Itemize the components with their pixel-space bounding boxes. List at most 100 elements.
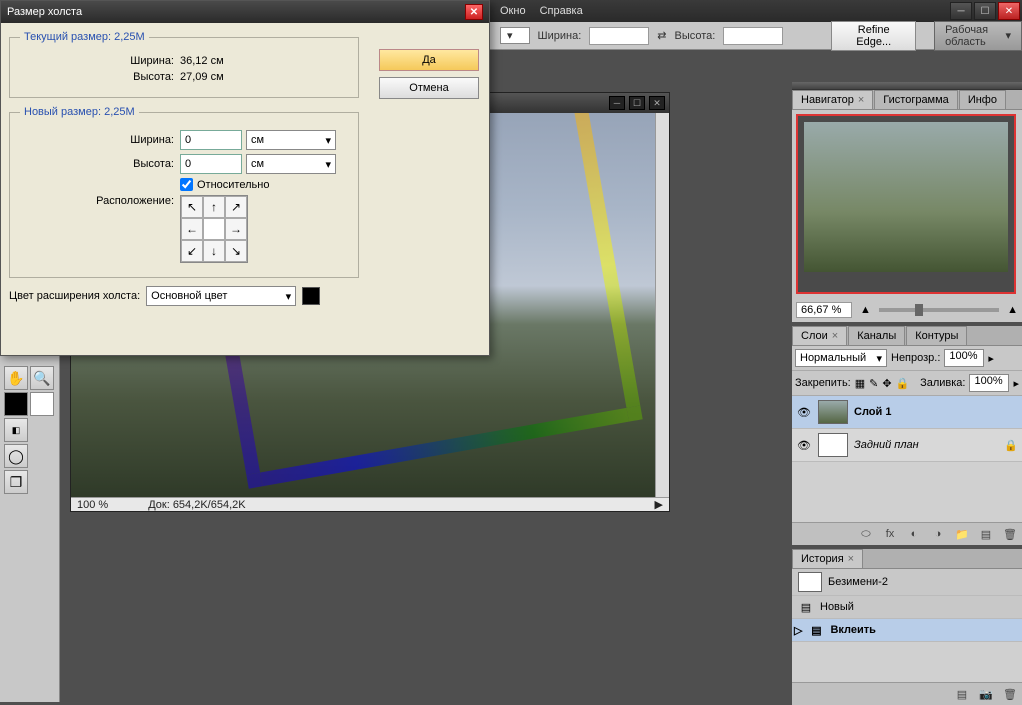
menu-window[interactable]: Окно — [500, 5, 526, 17]
zoom-readout[interactable]: 100 % — [77, 499, 108, 511]
doc-minimize-button[interactable]: ─ — [609, 96, 625, 110]
navigator-preview[interactable] — [796, 114, 1016, 294]
close-icon[interactable]: × — [848, 553, 854, 565]
new-height-input[interactable] — [180, 154, 242, 174]
anchor-w[interactable]: ← — [181, 218, 203, 240]
opacity-input[interactable]: 100% — [944, 349, 984, 367]
zoom-in-icon[interactable]: ▲ — [1007, 304, 1018, 316]
options-select[interactable]: ▾ — [500, 27, 530, 44]
current-width-value: 36,12 см — [180, 55, 224, 67]
adjustment-icon[interactable]: ◑ — [929, 526, 947, 542]
zoom-out-icon[interactable]: ▲ — [860, 304, 871, 316]
history-step[interactable]: ▤ Новый — [792, 596, 1022, 619]
doc-close-button[interactable]: ✕ — [649, 96, 665, 110]
anchor-se[interactable]: ↘ — [225, 240, 247, 262]
history-step[interactable]: ▷ ▤ Вклеить — [792, 619, 1022, 642]
tab-info[interactable]: Инфо — [959, 90, 1006, 109]
navigator-panel: Навигатор× Гистограмма Инфо 66,67 % ▲ ▲ — [792, 90, 1022, 322]
blend-mode-select[interactable]: Нормальный▾ — [795, 349, 887, 367]
quickmask-icon[interactable]: ◯ — [4, 444, 28, 468]
anchor-sw[interactable]: ↙ — [181, 240, 203, 262]
anchor-s[interactable]: ↓ — [203, 240, 225, 262]
new-doc-from-state-icon[interactable]: ▤ — [953, 686, 971, 702]
minimize-button[interactable]: ─ — [950, 2, 972, 20]
close-button[interactable]: ✕ — [998, 2, 1020, 20]
status-arrow-icon[interactable]: ▶ — [655, 498, 663, 511]
new-layer-icon[interactable]: ▤ — [977, 526, 995, 542]
extension-color-select[interactable]: Основной цвет ▾ — [146, 286, 296, 306]
anchor-n[interactable]: ↑ — [203, 196, 225, 218]
width-input[interactable] — [589, 27, 649, 45]
folder-icon[interactable]: 📁 — [953, 526, 971, 542]
tab-history[interactable]: История× — [792, 549, 863, 568]
trash-icon[interactable]: 🗑 — [1001, 526, 1019, 542]
tab-paths[interactable]: Контуры — [906, 326, 967, 345]
tab-navigator[interactable]: Навигатор× — [792, 90, 873, 109]
extension-color-swatch[interactable] — [302, 287, 320, 305]
height-input[interactable] — [723, 27, 783, 45]
dialog-titlebar[interactable]: Размер холста ✕ — [1, 1, 489, 23]
width-unit-select[interactable]: см ▾ — [246, 130, 336, 150]
tab-histogram[interactable]: Гистограмма — [874, 90, 958, 109]
tab-layers[interactable]: Слои× — [792, 326, 847, 345]
doc-maximize-button[interactable]: ☐ — [629, 96, 645, 110]
layer-row[interactable]: 👁 Слой 1 — [792, 396, 1022, 429]
height-unit-select[interactable]: см ▾ — [246, 154, 336, 174]
visibility-icon[interactable]: 👁 — [796, 404, 812, 420]
lock-transparency-icon[interactable]: ▦ — [855, 377, 865, 390]
layer-row[interactable]: 👁 Задний план 🔒 — [792, 429, 1022, 462]
background-color[interactable] — [30, 392, 54, 416]
close-icon[interactable]: × — [858, 94, 864, 106]
layer-name[interactable]: Слой 1 — [854, 406, 891, 418]
width-label: Ширина: — [538, 30, 582, 42]
navigator-thumbnail — [804, 122, 1008, 272]
tab-channels[interactable]: Каналы — [848, 326, 905, 345]
layer-thumbnail[interactable] — [818, 400, 848, 424]
screenmode-icon[interactable]: ❐ — [4, 470, 28, 494]
new-snapshot-icon[interactable]: 📷 — [977, 686, 995, 702]
maximize-button[interactable]: ☐ — [974, 2, 996, 20]
zoom-slider-thumb[interactable] — [915, 304, 923, 316]
panel-drag-handle[interactable] — [792, 82, 1022, 90]
hand-tool[interactable]: ✋ — [4, 366, 28, 390]
lock-all-icon[interactable]: 🔒 — [896, 377, 910, 390]
ok-button[interactable]: Да — [379, 49, 479, 71]
menu-help[interactable]: Справка — [540, 5, 583, 17]
vertical-scrollbar[interactable] — [655, 113, 669, 497]
fx-icon[interactable]: fx — [881, 526, 899, 542]
history-snapshot[interactable]: Безимени-2 — [792, 569, 1022, 596]
trash-icon[interactable]: 🗑 — [1001, 686, 1019, 702]
anchor-center[interactable] — [203, 218, 225, 240]
lock-paint-icon[interactable]: ✎ — [869, 377, 878, 390]
close-icon[interactable]: × — [832, 330, 838, 342]
relative-checkbox[interactable] — [180, 178, 193, 191]
opacity-flyout-icon[interactable]: ▸ — [988, 352, 994, 365]
fill-flyout-icon[interactable]: ▸ — [1013, 377, 1019, 390]
navigator-zoom-value[interactable]: 66,67 % — [796, 302, 852, 318]
chevron-down-icon: ▾ — [1005, 29, 1011, 42]
layer-thumbnail[interactable] — [818, 433, 848, 457]
new-width-input[interactable] — [180, 130, 242, 150]
panels-area: Навигатор× Гистограмма Инфо 66,67 % ▲ ▲ … — [792, 52, 1022, 702]
workspace-selector[interactable]: Рабочая область ▾ — [934, 21, 1022, 51]
zoom-tool[interactable]: 🔍 — [30, 366, 54, 390]
dialog-close-button[interactable]: ✕ — [465, 4, 483, 20]
anchor-nw[interactable]: ↖ — [181, 196, 203, 218]
visibility-icon[interactable]: 👁 — [796, 437, 812, 453]
mask-icon[interactable]: ◐ — [905, 526, 923, 542]
link-icon[interactable]: ⬭ — [857, 526, 875, 542]
refine-edge-button[interactable]: Refine Edge... — [831, 21, 916, 51]
default-colors-icon[interactable]: ◧ — [4, 418, 28, 442]
fill-input[interactable]: 100% — [969, 374, 1009, 392]
swap-icon[interactable]: ⇄ — [657, 29, 666, 42]
cancel-button[interactable]: Отмена — [379, 77, 479, 99]
fill-label: Заливка: — [920, 377, 965, 389]
new-height-label: Высота: — [20, 158, 180, 170]
anchor-e[interactable]: → — [225, 218, 247, 240]
lock-move-icon[interactable]: ✥ — [882, 377, 891, 390]
anchor-ne[interactable]: ↗ — [225, 196, 247, 218]
foreground-color[interactable] — [4, 392, 28, 416]
zoom-slider[interactable] — [879, 308, 999, 312]
history-step-name: Новый — [820, 601, 854, 613]
layer-name[interactable]: Задний план — [854, 439, 919, 451]
